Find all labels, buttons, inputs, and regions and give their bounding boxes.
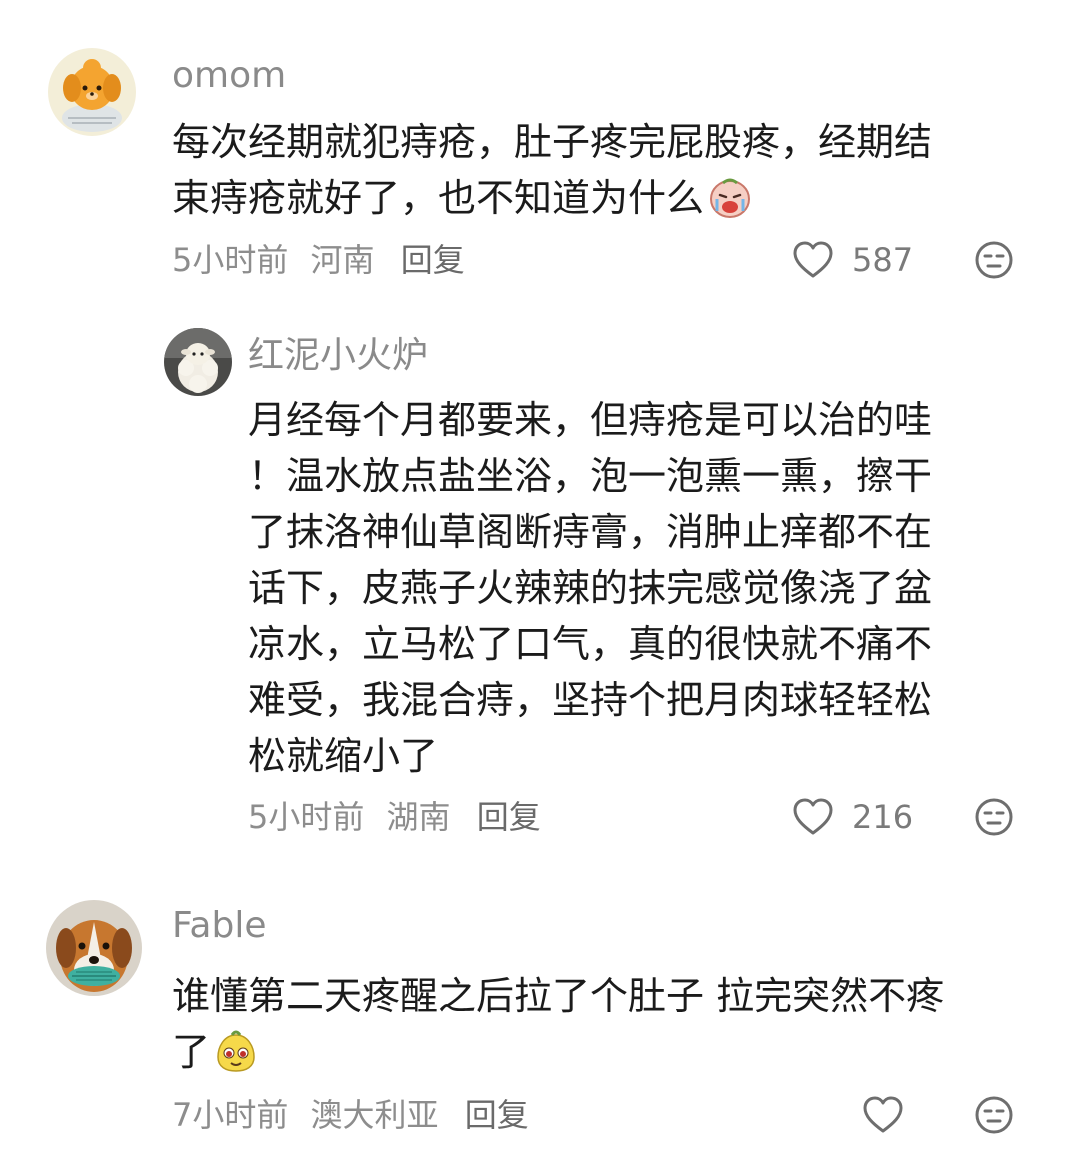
comment-text-line: 话下，皮燕子火辣辣的抹完感觉像浇了盆 bbox=[248, 566, 933, 610]
like-count: 587 bbox=[852, 241, 914, 279]
dog-with-toy-avatar-icon bbox=[46, 900, 142, 996]
yellow-blob-emoji-icon bbox=[217, 1030, 255, 1072]
comment-location: 河南 bbox=[310, 241, 375, 279]
comment-text: 谁懂第二天疼醒之后拉了个肚子 拉完突然不疼 了 bbox=[172, 968, 944, 1080]
heart-icon bbox=[863, 1096, 903, 1133]
comment-text-line: 每次经期就犯痔疮，肚子疼完屁股疼，经期结 bbox=[172, 120, 933, 164]
comment-time: 5小时前 bbox=[248, 798, 365, 836]
comment-text-segment: 了 bbox=[172, 1030, 211, 1074]
like-button[interactable] bbox=[862, 1093, 904, 1137]
comment-text-line: 谁懂第二天疼醒之后拉了个肚子 拉完突然不疼 bbox=[172, 974, 945, 1018]
comment-time: 7小时前 bbox=[172, 1096, 289, 1134]
comment-text-line: ！温水放点盐坐浴，泡一泡熏一熏，擦干 bbox=[248, 454, 933, 498]
comment-text-line: 月经每个月都要来，但痔疮是可以治的哇 bbox=[248, 398, 933, 442]
comment-text-line: 凉水，立马松了口气，真的很快就不痛不 bbox=[248, 622, 933, 666]
username[interactable]: omom bbox=[172, 56, 286, 96]
comment-text-line: 难受，我混合痔，坚持个把月肉球轻轻松 bbox=[248, 678, 933, 722]
comment-time: 5小时前 bbox=[172, 241, 289, 279]
avatar[interactable] bbox=[164, 328, 232, 396]
dislike-button[interactable] bbox=[974, 797, 1014, 837]
dislike-button[interactable] bbox=[974, 240, 1014, 280]
comment-text-line: 了 bbox=[172, 1024, 944, 1080]
comment-location: 澳大利亚 bbox=[310, 1096, 439, 1134]
comment-text-segment: 束痔疮就好了，也不知道为什么 bbox=[172, 176, 705, 220]
comment-meta: 7小时前 澳大利亚 回复 bbox=[172, 1095, 541, 1135]
like-button[interactable]: 587 bbox=[792, 238, 913, 282]
comment-meta: 5小时前 湖南 回复 bbox=[248, 797, 553, 837]
reply-button[interactable]: 回复 bbox=[401, 241, 465, 279]
username[interactable]: 红泥小火炉 bbox=[248, 336, 428, 376]
crying-face-emoji-icon bbox=[710, 178, 751, 218]
sheep-plush-avatar-icon bbox=[164, 328, 232, 396]
dislike-button[interactable] bbox=[974, 1095, 1014, 1135]
meh-face-icon bbox=[975, 798, 1013, 836]
cartoon-dog-avatar-icon bbox=[48, 48, 136, 136]
meh-face-icon bbox=[975, 241, 1013, 279]
comment-location: 湖南 bbox=[386, 798, 451, 836]
comment-text: 每次经期就犯痔疮，肚子疼完屁股疼，经期结 束痔疮就好了，也不知道为什么 bbox=[172, 114, 932, 226]
comment-text-line: 束痔疮就好了，也不知道为什么 bbox=[172, 170, 932, 226]
comment-meta: 5小时前 河南 回复 bbox=[172, 240, 477, 280]
reply-button[interactable]: 回复 bbox=[465, 1096, 529, 1134]
reply-button[interactable]: 回复 bbox=[477, 798, 541, 836]
avatar[interactable] bbox=[48, 48, 136, 136]
meh-face-icon bbox=[975, 1096, 1013, 1134]
heart-icon bbox=[793, 798, 833, 835]
like-button[interactable]: 216 bbox=[792, 795, 913, 839]
avatar[interactable] bbox=[46, 900, 142, 996]
like-count: 216 bbox=[852, 798, 914, 836]
comment-text: 月经每个月都要来，但痔疮是可以治的哇 ！温水放点盐坐浴，泡一泡熏一熏，擦干 了抹… bbox=[248, 392, 932, 784]
comment-text-line: 了抹洛神仙草阁断痔膏，消肿止痒都不在 bbox=[248, 510, 933, 554]
comment-text-line: 松就缩小了 bbox=[248, 734, 439, 778]
heart-icon bbox=[793, 241, 833, 278]
username[interactable]: Fable bbox=[172, 906, 266, 946]
